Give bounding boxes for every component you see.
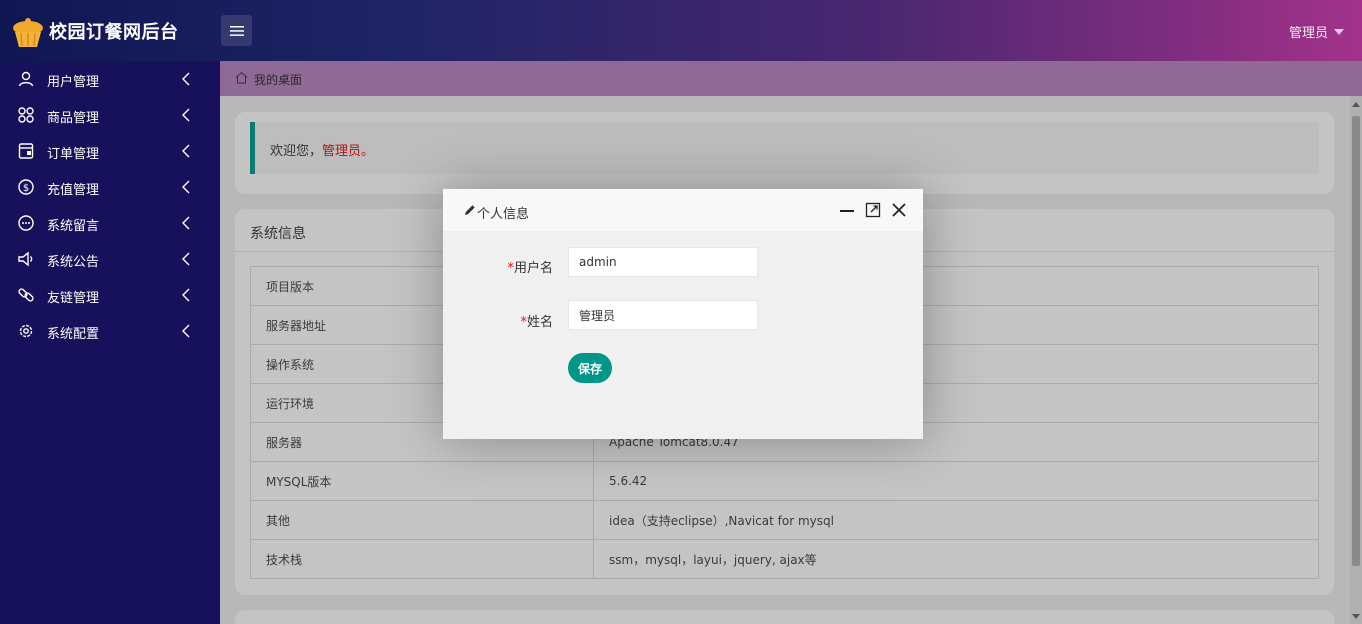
table-row: 其他 idea（支持eclipse）,Navicat for mysql bbox=[250, 500, 1319, 540]
maximize-icon[interactable] bbox=[865, 202, 881, 218]
sidebar-item-label: 充值管理 bbox=[47, 183, 100, 198]
name-input[interactable] bbox=[568, 300, 758, 330]
name-label-text: 姓名 bbox=[526, 315, 553, 330]
dialog-header[interactable]: 个人信息 bbox=[443, 189, 923, 232]
sidebar-item-announcements[interactable]: 系统公告 bbox=[0, 241, 220, 277]
pencil-icon bbox=[465, 205, 475, 215]
system-info-title: 系统信息 bbox=[250, 226, 306, 242]
sidebar-item-label: 友链管理 bbox=[47, 291, 100, 306]
info-value: ssm，mysql，layui，jquery, ajax等 bbox=[593, 539, 1319, 579]
name-label: *姓名 bbox=[443, 311, 553, 330]
sidebar: 用户管理 商品管理 订单管理 $ 充值管理 系统留言 系统公告 友链管理 系统配… bbox=[0, 61, 220, 624]
sidebar-item-recharge[interactable]: $ 充值管理 bbox=[0, 169, 220, 205]
scroll-down-arrow-icon[interactable] bbox=[1352, 614, 1360, 619]
info-key: MYSQL版本 bbox=[250, 461, 594, 501]
info-key: 其他 bbox=[250, 500, 594, 540]
user-name: 管理员 bbox=[1288, 26, 1328, 41]
chevron-left-icon bbox=[182, 324, 190, 338]
table-row: MYSQL版本 5.6.42 bbox=[250, 461, 1319, 501]
username-label-text: 用户名 bbox=[513, 261, 553, 276]
chevron-left-icon bbox=[182, 72, 190, 86]
sidebar-item-links[interactable]: 友链管理 bbox=[0, 277, 220, 313]
chevron-left-icon bbox=[182, 180, 190, 194]
app-title: 校园订餐网后台 bbox=[49, 22, 179, 43]
close-icon[interactable] bbox=[891, 202, 907, 218]
sidebar-item-orders[interactable]: 订单管理 bbox=[0, 133, 220, 169]
sidebar-item-label: 系统留言 bbox=[47, 219, 100, 234]
chevron-left-icon bbox=[182, 144, 190, 158]
chevron-left-icon bbox=[182, 108, 190, 122]
next-card bbox=[235, 610, 1334, 624]
breadcrumb: 我的桌面 bbox=[220, 61, 1362, 96]
link-icon bbox=[18, 288, 34, 302]
dollar-coin-icon: $ bbox=[18, 179, 34, 195]
user-icon bbox=[18, 71, 34, 87]
info-value: idea（支持eclipse）,Navicat for mysql bbox=[593, 500, 1319, 540]
cake-logo-icon bbox=[13, 18, 43, 47]
sidebar-item-label: 系统配置 bbox=[47, 327, 100, 342]
welcome-blockquote: 欢迎您，管理员。 bbox=[250, 122, 1319, 174]
caret-down-icon bbox=[1334, 28, 1344, 35]
save-button[interactable]: 保存 bbox=[568, 353, 612, 383]
scroll-up-arrow-icon[interactable] bbox=[1352, 102, 1360, 107]
sidebar-item-settings[interactable]: 系统配置 bbox=[0, 313, 220, 349]
welcome-text: 欢迎您，管理员。 bbox=[270, 140, 374, 159]
order-icon bbox=[18, 143, 34, 159]
dialog-title: 个人信息 bbox=[477, 207, 530, 222]
home-icon bbox=[235, 71, 248, 84]
hamburger-icon bbox=[229, 25, 244, 36]
breadcrumb-home-link[interactable]: 我的桌面 bbox=[254, 71, 302, 88]
scroll-thumb[interactable] bbox=[1352, 116, 1360, 566]
minimize-icon[interactable] bbox=[839, 202, 855, 218]
svg-text:$: $ bbox=[23, 183, 29, 194]
chevron-left-icon bbox=[182, 288, 190, 302]
message-icon bbox=[18, 215, 34, 231]
product-grid-icon bbox=[18, 107, 34, 123]
sidebar-item-messages[interactable]: 系统留言 bbox=[0, 205, 220, 241]
sidebar-item-label: 商品管理 bbox=[47, 111, 100, 126]
welcome-prefix: 欢迎您， bbox=[270, 144, 323, 159]
chevron-left-icon bbox=[182, 216, 190, 230]
welcome-card: 欢迎您，管理员。 bbox=[235, 112, 1334, 194]
table-row: 技术栈 ssm，mysql，layui，jquery, ajax等 bbox=[250, 539, 1319, 579]
speaker-icon bbox=[18, 251, 33, 267]
top-header: 校园订餐网后台 管理员 bbox=[0, 0, 1362, 61]
sidebar-item-label: 用户管理 bbox=[47, 75, 100, 90]
info-value: 5.6.42 bbox=[593, 461, 1319, 501]
info-key: 技术栈 bbox=[250, 539, 594, 579]
welcome-user-name: 管理员。 bbox=[322, 144, 375, 159]
menu-toggle-button[interactable] bbox=[221, 15, 252, 46]
sidebar-item-label: 系统公告 bbox=[47, 255, 100, 270]
page-scrollbar[interactable] bbox=[1350, 96, 1362, 624]
username-label: *用户名 bbox=[443, 257, 553, 276]
profile-dialog: 个人信息 *用户名 *姓名 保存 bbox=[443, 189, 923, 439]
sidebar-item-users[interactable]: 用户管理 bbox=[0, 61, 220, 97]
gear-icon bbox=[19, 324, 33, 338]
logo[interactable]: 校园订餐网后台 bbox=[0, 0, 220, 61]
user-menu[interactable]: 管理员 bbox=[1289, 22, 1344, 41]
sidebar-item-label: 订单管理 bbox=[47, 147, 100, 162]
sidebar-item-products[interactable]: 商品管理 bbox=[0, 97, 220, 133]
chevron-left-icon bbox=[182, 252, 190, 266]
username-input[interactable] bbox=[568, 247, 758, 277]
